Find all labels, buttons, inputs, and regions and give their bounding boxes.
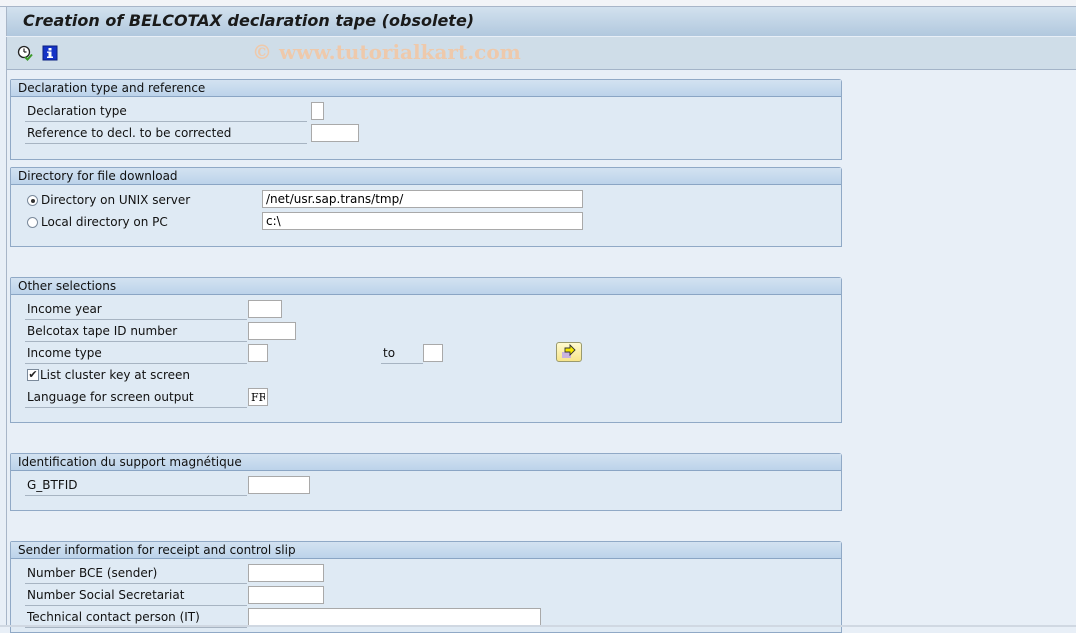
social-secretariat-input[interactable]	[248, 586, 324, 604]
income-type-to-label: to	[381, 343, 423, 364]
page-title: Creation of BELCOTAX declaration tape (o…	[23, 11, 475, 30]
number-bce-input[interactable]	[248, 564, 324, 582]
g-btfid-input[interactable]	[248, 476, 310, 494]
unix-server-label: Directory on UNIX server	[41, 193, 191, 207]
tape-id-label: Belcotax tape ID number	[25, 321, 247, 342]
application-toolbar: © www.tutorialkart.com	[6, 37, 1076, 70]
local-pc-radio[interactable]	[27, 217, 38, 228]
group-title: Other selections	[11, 278, 841, 295]
reference-input[interactable]	[311, 124, 359, 142]
group-sender-information: Sender information for receipt and contr…	[10, 541, 842, 633]
group-title: Identification du support magnétique	[11, 454, 841, 471]
social-secretariat-label: Number Social Secretariat	[25, 585, 247, 606]
unix-directory-input[interactable]	[262, 190, 583, 208]
number-bce-label: Number BCE (sender)	[25, 563, 247, 584]
income-year-input[interactable]	[248, 300, 282, 318]
g-btfid-label: G_BTFID	[25, 475, 247, 496]
group-title: Sender information for receipt and contr…	[11, 542, 841, 559]
income-type-from-input[interactable]	[248, 344, 268, 362]
program-documentation-icon[interactable]	[42, 45, 58, 61]
group-identification-support: Identification du support magnétique G_B…	[10, 453, 842, 511]
multiple-selection-button[interactable]	[556, 342, 582, 362]
title-bar: Creation of BELCOTAX declaration tape (o…	[6, 7, 1076, 36]
selection-screen: Declaration type and reference Declarati…	[6, 70, 1076, 633]
language-input[interactable]	[248, 388, 268, 406]
local-directory-input[interactable]	[262, 212, 583, 230]
reference-label: Reference to decl. to be corrected	[25, 123, 307, 144]
group-other-selections: Other selections Income year Belcotax ta…	[10, 277, 842, 423]
income-type-to-input[interactable]	[423, 344, 443, 362]
income-year-label: Income year	[25, 299, 247, 320]
language-label: Language for screen output	[25, 387, 247, 408]
list-cluster-label: List cluster key at screen	[40, 368, 190, 382]
group-title: Declaration type and reference	[11, 80, 841, 97]
tape-id-input[interactable]	[248, 322, 296, 340]
multiple-selection-arrow-icon	[562, 343, 576, 358]
unix-server-radio[interactable]	[27, 195, 38, 206]
watermark: © www.tutorialkart.com	[252, 40, 521, 64]
technical-contact-input[interactable]	[248, 608, 541, 626]
income-type-label: Income type	[25, 343, 247, 364]
window-top-strip	[0, 0, 1076, 7]
declaration-type-input[interactable]	[311, 102, 324, 120]
local-pc-label: Local directory on PC	[41, 215, 168, 229]
list-cluster-checkbox[interactable]: ✔	[27, 369, 39, 381]
group-title: Directory for file download	[11, 168, 841, 185]
execute-in-background-icon[interactable]	[17, 45, 33, 61]
group-declaration-type-and-reference: Declaration type and reference Declarati…	[10, 79, 842, 160]
declaration-type-label: Declaration type	[25, 101, 307, 122]
group-directory-for-file-download: Directory for file download Directory on…	[10, 167, 842, 247]
